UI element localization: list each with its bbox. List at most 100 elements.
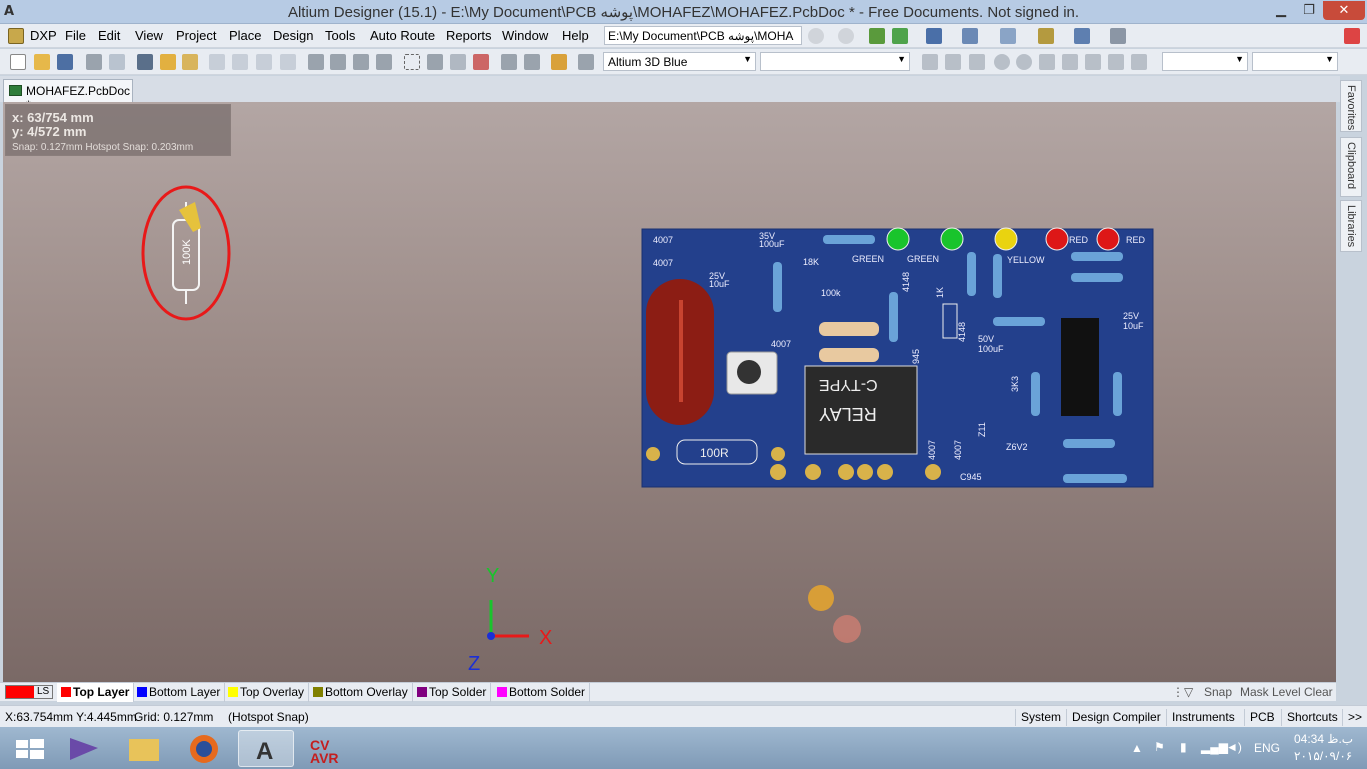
board-icon[interactable] — [182, 54, 198, 70]
close-button[interactable]: ✕ — [1323, 1, 1365, 20]
taskbar-firefox[interactable] — [176, 730, 232, 767]
help-icon[interactable] — [578, 54, 594, 70]
pcb-3d-canvas[interactable]: x: 63/754 mm y: 4/572 mm Snap: 0.127mm H… — [3, 102, 1336, 682]
toolbar-combo-3[interactable]: ▼ — [1162, 52, 1248, 71]
dxp-icon[interactable] — [8, 28, 24, 44]
via-icon[interactable] — [994, 54, 1010, 70]
layer-tab-bottom-solder[interactable]: Bottom Solder — [493, 683, 591, 702]
panel-favorites[interactable]: Favorites — [1340, 80, 1362, 132]
taskbar-cvavr[interactable]: CV AVR — [298, 730, 354, 767]
design-compiler-button[interactable]: Design Compiler — [1066, 709, 1166, 726]
open-icon[interactable] — [34, 54, 50, 70]
text-icon[interactable] — [1000, 28, 1016, 44]
ruler-icon[interactable] — [1038, 28, 1054, 44]
taskbar-file-explorer[interactable] — [116, 730, 172, 767]
menu-help[interactable]: Help — [562, 28, 589, 43]
multi-route-icon[interactable] — [969, 54, 985, 70]
layer-tab-top-overlay[interactable]: Top Overlay — [224, 683, 310, 702]
save-icon[interactable] — [57, 54, 73, 70]
panel-libraries[interactable]: Libraries — [1340, 200, 1362, 252]
menu-reports[interactable]: Reports — [446, 28, 492, 43]
diff-pair-icon[interactable] — [945, 54, 961, 70]
fill-icon[interactable] — [1062, 54, 1078, 70]
zoom-fit-icon[interactable] — [209, 54, 225, 70]
menu-tools[interactable]: Tools — [325, 28, 355, 43]
taskbar-altium[interactable]: A — [238, 730, 294, 767]
snap-button[interactable]: Snap — [1204, 685, 1232, 699]
view-config-combo[interactable]: Altium 3D Blue ▼ — [603, 52, 756, 71]
menu-project[interactable]: Project — [176, 28, 216, 43]
more-button[interactable]: >> — [1342, 709, 1367, 726]
forward-icon[interactable] — [838, 28, 854, 44]
redo-icon[interactable] — [524, 54, 540, 70]
tray-signal-icon[interactable]: ▂▄▆ — [1201, 740, 1228, 754]
tray-arrow-icon[interactable]: ▲ — [1131, 741, 1143, 755]
refresh-icon[interactable] — [892, 28, 908, 44]
pencil-icon[interactable] — [551, 54, 567, 70]
room-icon[interactable] — [1074, 28, 1090, 44]
tab-mohafez-pcbdoc[interactable]: MOHAFEZ.PcbDoc * — [3, 79, 133, 112]
zoom-filter-icon[interactable] — [280, 54, 296, 70]
toolbar-combo-4[interactable]: ▼ — [1252, 52, 1338, 71]
string-icon[interactable] — [1108, 54, 1124, 70]
arc-icon[interactable] — [1039, 54, 1055, 70]
select-area-icon[interactable] — [404, 54, 420, 70]
floating-resistor[interactable]: 100K — [141, 185, 231, 321]
menu-design[interactable]: Design — [273, 28, 313, 43]
layers-icon[interactable] — [137, 54, 153, 70]
layer-tab-bottom-overlay[interactable]: Bottom Overlay — [309, 683, 413, 702]
print-preview-icon[interactable] — [109, 54, 125, 70]
clear-button[interactable]: Clear — [1304, 685, 1333, 699]
shortcuts-button[interactable]: Shortcuts — [1281, 709, 1343, 726]
copy-icon[interactable] — [330, 54, 346, 70]
new-icon[interactable] — [10, 54, 26, 70]
toolbar-combo-2[interactable]: ▼ — [760, 52, 910, 71]
home-icon[interactable] — [869, 28, 885, 44]
maximize-button[interactable]: ❐ — [1295, 1, 1323, 20]
chart-icon[interactable] — [926, 28, 942, 44]
clock-time[interactable]: 04:34 ب.ظ — [1294, 732, 1353, 746]
layer-tab-top-solder[interactable]: Top Solder — [413, 683, 492, 702]
folder-icon[interactable] — [160, 54, 176, 70]
document-path-combo[interactable]: E:\My Document\PCB پوشه\MOHA — [604, 26, 802, 45]
current-layer-swatch[interactable]: LS — [5, 685, 53, 699]
start-button[interactable] — [2, 730, 58, 767]
menu-edit[interactable]: Edit — [98, 28, 120, 43]
print-icon[interactable] — [86, 54, 102, 70]
clock-date[interactable]: ۲۰۱۵/۰۹/۰۶ — [1294, 749, 1352, 763]
pad-icon[interactable] — [1016, 54, 1032, 70]
route-icon[interactable] — [922, 54, 938, 70]
zoom-selected-icon[interactable] — [256, 54, 272, 70]
menu-dxp[interactable]: DXP — [30, 28, 57, 43]
rubber-stamp-icon[interactable] — [376, 54, 392, 70]
instruments-button[interactable]: Instruments — [1166, 709, 1240, 726]
input-language[interactable]: ENG — [1254, 741, 1280, 755]
layer-tab-bottom-layer[interactable]: Bottom Layer — [133, 683, 226, 702]
menu-view[interactable]: View — [135, 28, 163, 43]
paste-icon[interactable] — [353, 54, 369, 70]
tray-flag-icon[interactable]: ⚑ — [1154, 740, 1165, 754]
layer-tab-top-layer[interactable]: Top Layer — [57, 683, 135, 702]
align-icon[interactable] — [962, 28, 978, 44]
menu-auto-route[interactable]: Auto Route — [370, 28, 435, 43]
pcb-button[interactable]: PCB — [1244, 709, 1280, 726]
close-doc-icon[interactable] — [1344, 28, 1360, 44]
deselect-icon[interactable] — [450, 54, 466, 70]
component-icon[interactable] — [1131, 54, 1147, 70]
grid-icon[interactable] — [1110, 28, 1126, 44]
cut-icon[interactable] — [308, 54, 324, 70]
clear-filter-icon[interactable] — [473, 54, 489, 70]
mask-level-button[interactable]: Mask Level — [1240, 685, 1301, 699]
taskbar-visual-studio[interactable] — [56, 730, 112, 767]
pcb-board[interactable]: C-TYPE RELAY 100R 4007 4007 35V 100uF 25… — [641, 227, 1154, 488]
zoom-area-icon[interactable] — [232, 54, 248, 70]
menu-file[interactable]: File — [65, 28, 86, 43]
system-button[interactable]: System — [1015, 709, 1066, 726]
filter-icon[interactable]: ⋮▽ — [1172, 685, 1193, 699]
menu-window[interactable]: Window — [502, 28, 548, 43]
polygon-icon[interactable] — [1085, 54, 1101, 70]
undo-icon[interactable] — [501, 54, 517, 70]
minimize-button[interactable]: ▁ — [1267, 1, 1295, 20]
menu-place[interactable]: Place — [229, 28, 262, 43]
tray-volume-icon[interactable]: ◄) — [1226, 740, 1242, 754]
